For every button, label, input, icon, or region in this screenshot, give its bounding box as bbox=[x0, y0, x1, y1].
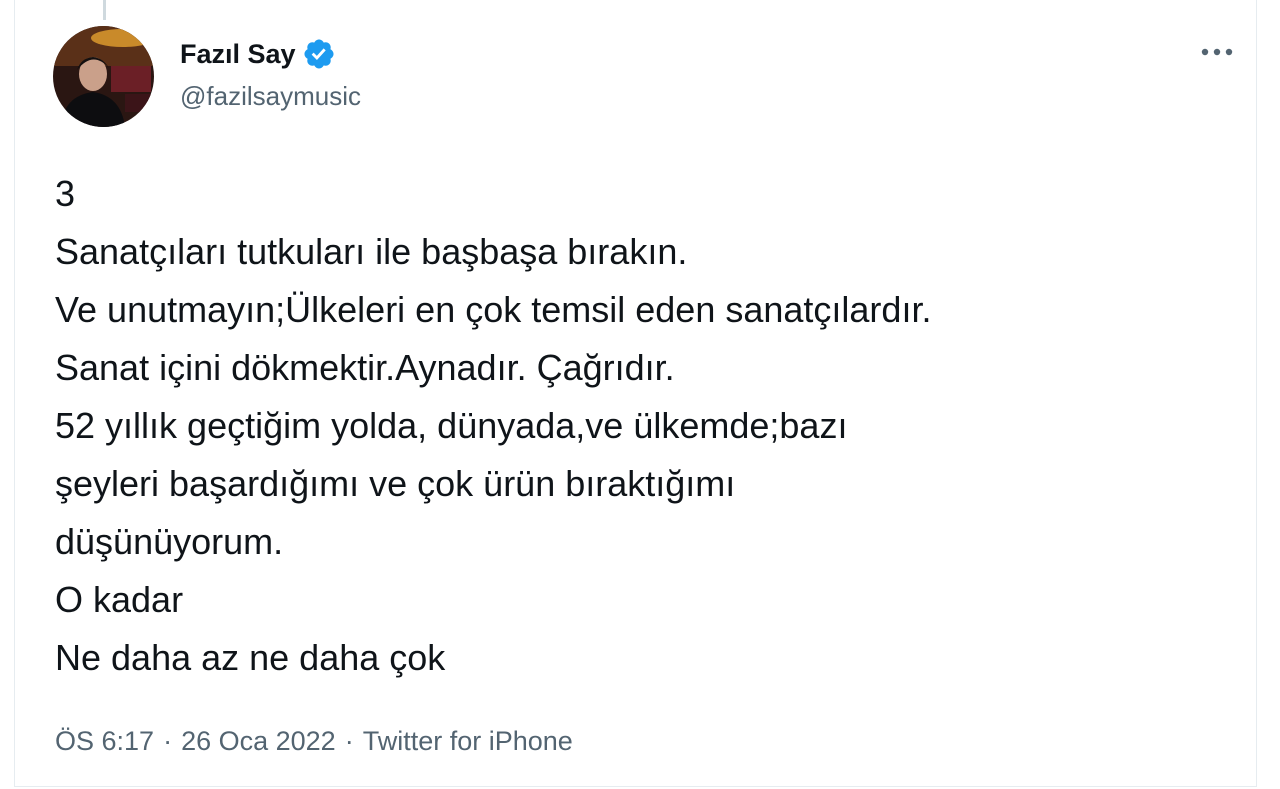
tweet-text-line: Ve unutmayın;Ülkeleri en çok temsil eden… bbox=[55, 289, 932, 330]
tweet-text-line: Ne daha az ne daha çok bbox=[55, 637, 446, 678]
author-handle[interactable]: @fazilsaymusic bbox=[180, 80, 361, 112]
avatar-image bbox=[53, 26, 154, 127]
tweet-text-line: Sanat içini dökmektir.Aynadır. Çağrıdır. bbox=[55, 347, 675, 388]
more-horizontal-icon bbox=[1201, 48, 1233, 56]
more-options-button[interactable] bbox=[1195, 34, 1239, 70]
avatar[interactable] bbox=[53, 26, 154, 127]
tweet-text: 3 Sanatçıları tutkuları ile başbaşa bıra… bbox=[55, 165, 1245, 687]
tweet-source-link[interactable]: Twitter for iPhone bbox=[363, 726, 573, 756]
tweet-card: Fazıl Say @fazilsaymusic 3 Sanatçıları t… bbox=[14, 0, 1257, 787]
tweet-time[interactable]: ÖS 6:17 bbox=[55, 726, 154, 756]
tweet-date[interactable]: 26 Oca 2022 bbox=[181, 726, 336, 756]
tweet-text-line: şeyleri başardığımı ve çok ürün bıraktığ… bbox=[55, 463, 736, 504]
tweet-text-line: 52 yıllık geçtiğim yolda, dünyada,ve ülk… bbox=[55, 405, 848, 446]
author-name-text: Fazıl Say bbox=[180, 39, 296, 69]
tweet-text-line: Sanatçıları tutkuları ile başbaşa bırakı… bbox=[55, 231, 688, 272]
meta-separator: · bbox=[344, 726, 354, 756]
meta-separator: · bbox=[163, 726, 173, 756]
tweet-text-line: 3 bbox=[55, 173, 76, 214]
tweet-text-line: O kadar bbox=[55, 579, 184, 620]
thread-connector-line bbox=[103, 0, 106, 20]
tweet-text-line: düşünüyorum. bbox=[55, 521, 284, 562]
author-display-name[interactable]: Fazıl Say bbox=[180, 36, 336, 72]
verified-badge-icon bbox=[302, 37, 336, 71]
tweet-metadata: ÖS 6:17 · 26 Oca 2022 · Twitter for iPhone bbox=[55, 722, 573, 760]
